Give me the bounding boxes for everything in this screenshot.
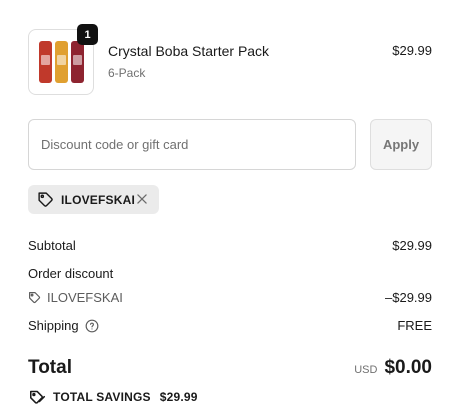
question-circle-icon[interactable] [85,319,99,333]
shipping-row: Shipping FREE [28,318,432,333]
tag-icon [29,292,41,304]
tags-icon [30,390,46,404]
shipping-value: FREE [397,318,432,333]
applied-code-label: ILOVEFSKAI [61,192,136,207]
total-value: $0.00 [384,357,432,378]
tag-icon [38,192,53,207]
subtotal-row: Subtotal $29.99 [28,238,432,253]
discount-code-name: ILOVEFSKAI [47,290,123,305]
remove-discount-close-icon[interactable] [135,192,149,206]
product-variant: 6-Pack [108,66,146,80]
subtotal-value: $29.99 [392,238,432,253]
discount-code-row: ILOVEFSKAI –$29.99 [28,290,432,307]
can-image [54,41,68,83]
discount-value: –$29.99 [385,290,432,305]
quantity-badge: 1 [77,24,98,45]
currency-code: USD [354,364,378,376]
subtotal-label: Subtotal [28,238,76,253]
applied-discount-chip: ILOVEFSKAI [28,185,159,214]
product-title: Crystal Boba Starter Pack [108,43,270,59]
total-amount-group: USD $0.00 [354,357,432,379]
discount-code-input[interactable] [28,119,356,170]
savings-label: TOTAL SAVINGS [53,390,151,404]
savings-value: $29.99 [159,390,198,404]
total-savings: TOTAL SAVINGS $29.99 [28,389,198,405]
total-label: Total [28,357,72,378]
order-discount-label: Order discount [28,266,114,281]
shipping-label: Shipping [28,318,79,333]
cart-line-item: 1 Crystal Boba Starter Pack 6-Pack $29.9… [28,24,432,95]
can-image [38,41,52,83]
order-discount-row: Order discount [28,266,432,281]
product-price: $29.99 [392,43,432,58]
apply-button[interactable]: Apply [370,119,432,170]
can-image [70,41,84,83]
